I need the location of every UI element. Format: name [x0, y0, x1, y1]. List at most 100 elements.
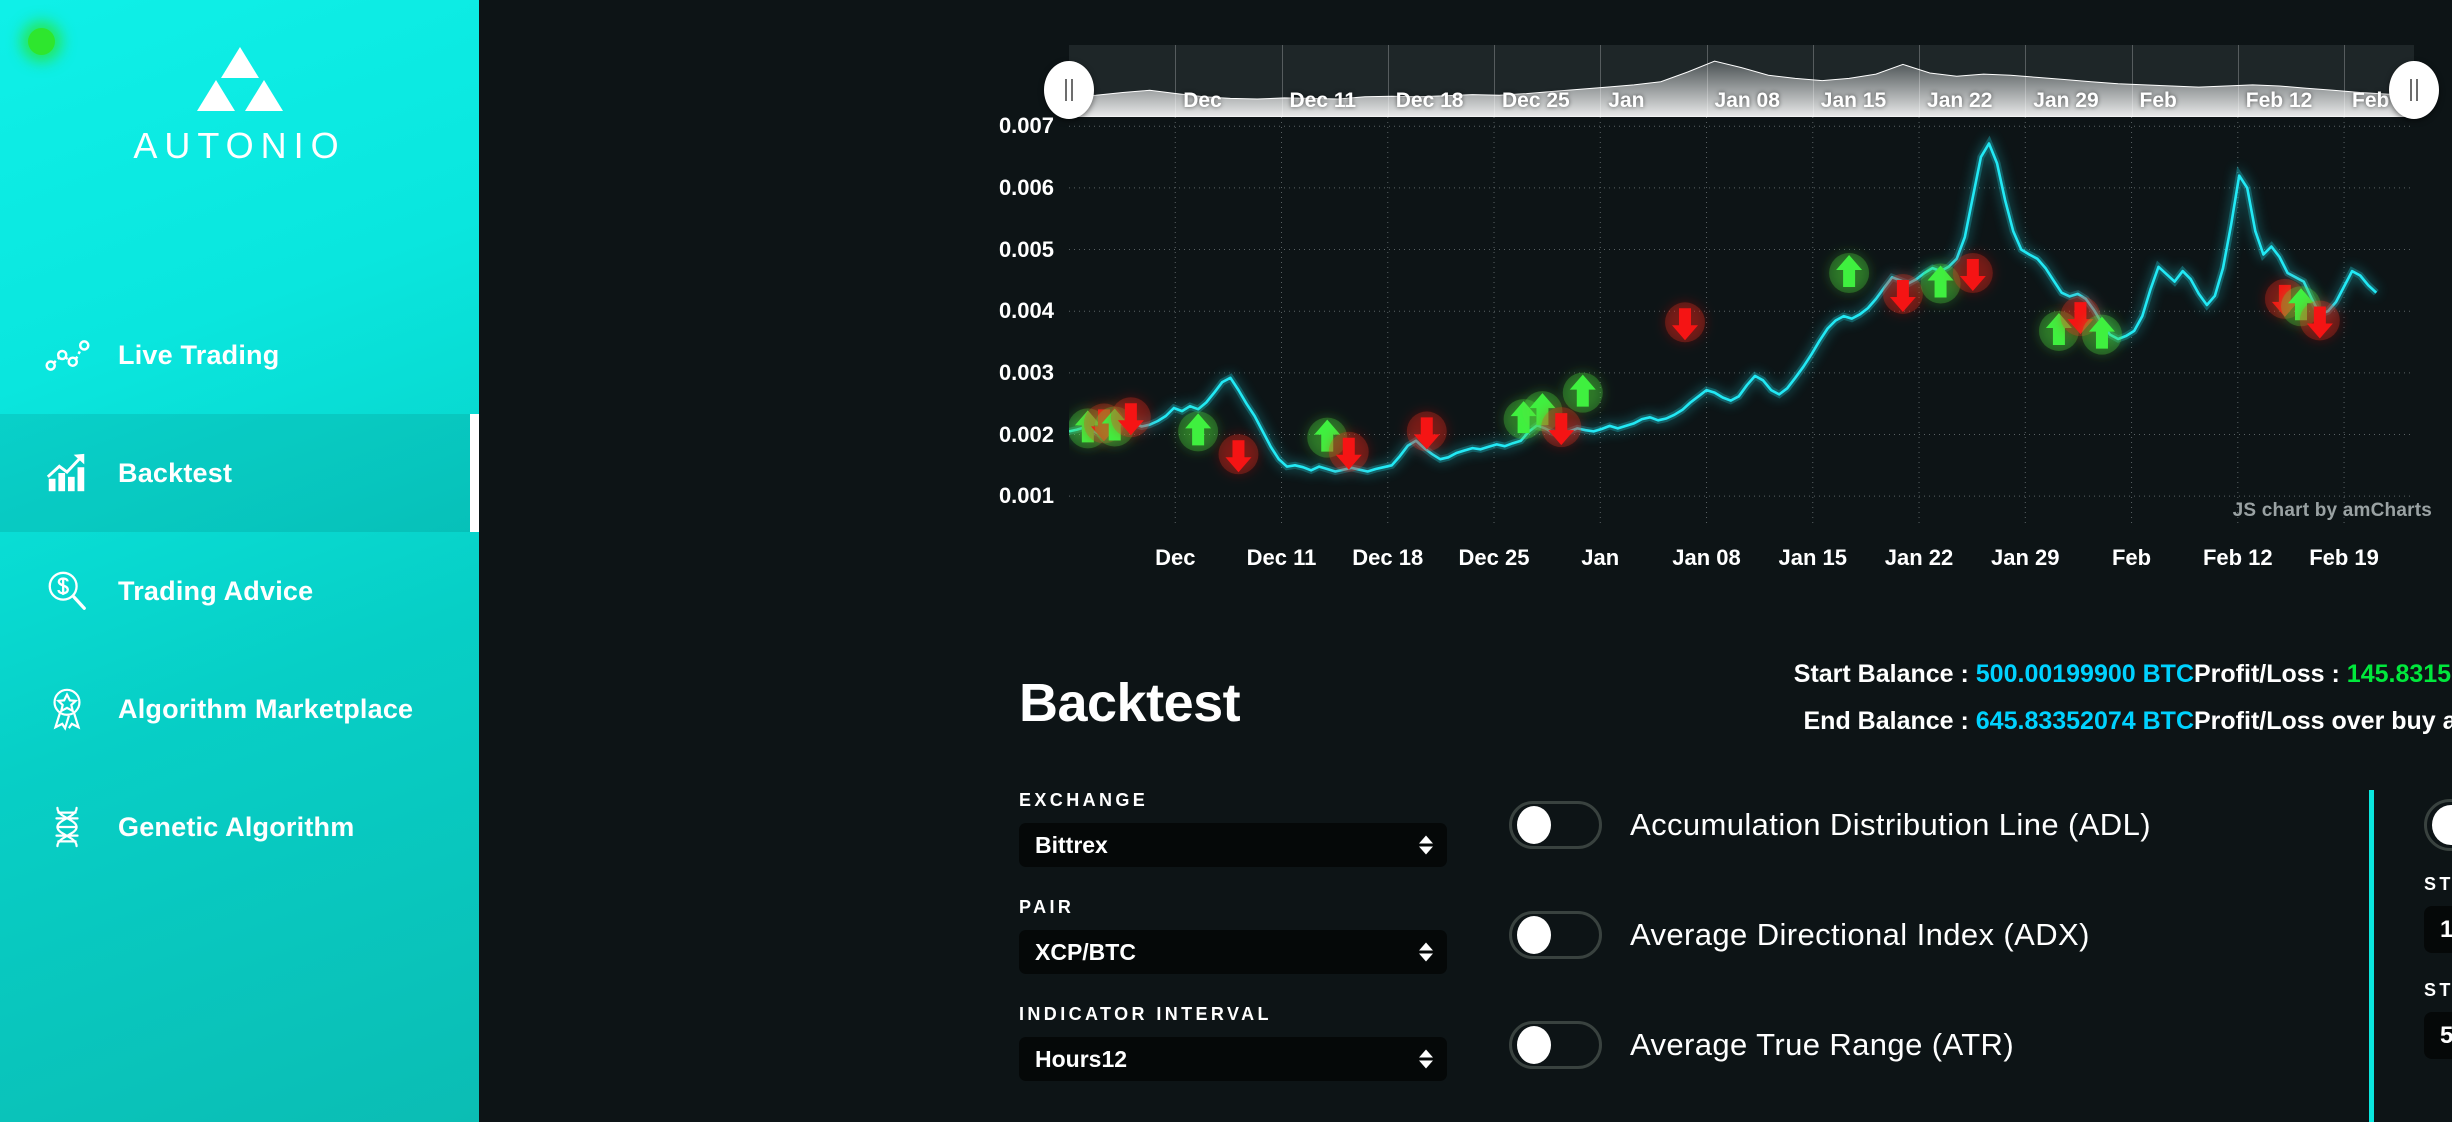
- toggle-knob: [1517, 916, 1551, 954]
- navigator-grip-left[interactable]: [1044, 61, 1094, 119]
- indicator-row-atr: Average True Range (ATR): [1509, 1010, 2369, 1080]
- indicator-interval-label: INDICATOR INTERVAL: [1019, 1004, 1272, 1024]
- navigator-date-label: Jan 22: [1927, 89, 1993, 112]
- chevron-updown-icon: [1419, 835, 1433, 855]
- y-axis-tick: 0.001: [998, 483, 1054, 509]
- x-axis-tick: Jan: [1581, 545, 1620, 570]
- toggle-adl-label: Accumulation Distribution Line (ADL): [1630, 807, 2151, 842]
- chart-plot-area[interactable]: [1069, 117, 2414, 527]
- sidebar-item-label: Genetic Algorithm: [118, 811, 355, 842]
- vertical-divider: [2369, 790, 2374, 1122]
- toggle-knob: [1517, 806, 1551, 844]
- chart-y-axis-labels: 0.007 0.006 0.005 0.004 0.003 0.002 0.001: [934, 113, 1054, 527]
- indicator-row-adx: Average Directional Index (ADX): [1509, 900, 2369, 970]
- exchange-select[interactable]: Bittrex: [1019, 823, 1447, 867]
- inverse-signal-row: Inverse Signal: [2424, 790, 2452, 860]
- x-axis-tick: Jan 15: [1778, 545, 1848, 570]
- backtest-chart: Dec Dec 11 Dec 18 Dec 25 Jan Jan 08 Jan 15 Jan …: [479, 0, 2452, 600]
- pair-label: PAIR: [1019, 897, 1075, 917]
- bar-chart-growth-icon: [36, 450, 98, 496]
- navigator-grip-right[interactable]: [2389, 61, 2439, 119]
- profit-loss-buy-hold-stat: Profit/Loss over buy and hold : 145.8310…: [2194, 707, 2452, 736]
- profit-loss-label: Profit/Loss :: [2194, 660, 2340, 688]
- navigator-date-labels: Dec Dec 11 Dec 18 Dec 25 Jan Jan 08 Jan 15 Jan …: [1069, 87, 2418, 113]
- start-balance-value: 500.00199900 BTC: [1975, 660, 2194, 688]
- start-balance-xcp-input[interactable]: [2424, 906, 2452, 953]
- buy-marker-icon[interactable]: [2081, 314, 2122, 355]
- toggle-adx[interactable]: [1509, 911, 1602, 959]
- form-column-selects: EXCHANGE Bittrex PAIR XCP/BTC INDICATOR …: [1019, 790, 1449, 1111]
- toggle-knob: [2432, 805, 2452, 845]
- sidebar-item-backtest[interactable]: Backtest: [0, 414, 479, 532]
- sell-marker-icon[interactable]: [1952, 252, 1993, 293]
- navigator-date-label: Dec 18: [1395, 89, 1464, 112]
- exchange-value: Bittrex: [1035, 831, 1108, 858]
- form-column-balances: Inverse Signal START BALANCE (XCP) : STA…: [2424, 790, 2452, 1086]
- navigator-date-label: Feb 12: [2245, 89, 2313, 112]
- x-axis-tick: Dec 25: [1458, 545, 1530, 570]
- sidebar-item-algorithm-marketplace[interactable]: Algorithm Marketplace: [0, 650, 479, 768]
- sidebar-item-genetic-algorithm[interactable]: Genetic Algorithm: [0, 768, 479, 886]
- start-balance-xcp-label: START BALANCE (XCP) :: [2424, 874, 2452, 894]
- y-axis-tick: 0.004: [998, 298, 1054, 324]
- x-axis-tick: Jan 29: [1991, 545, 2060, 570]
- brand-logo: AUTONIO: [0, 45, 479, 167]
- buy-marker-icon[interactable]: [1562, 372, 1603, 413]
- sell-marker-icon[interactable]: [1218, 434, 1259, 475]
- x-axis-tick: Jan 08: [1672, 545, 1741, 570]
- x-axis-tick: Feb: [2111, 545, 2152, 570]
- stats-row-1: Start Balance : 500.00199900 BTC Profit/…: [1694, 660, 2452, 689]
- toggle-atr-label: Average True Range (ATR): [1630, 1027, 2015, 1062]
- buy-marker-icon[interactable]: [1829, 252, 1870, 293]
- sidebar-nav: Live Trading Backtest Trading Advice Alg…: [0, 296, 479, 886]
- y-axis-tick: 0.006: [998, 174, 1054, 200]
- dollar-magnifier-icon: [36, 568, 98, 614]
- sidebar-item-label: Algorithm Marketplace: [118, 693, 414, 724]
- y-axis-tick: 0.003: [998, 359, 1054, 385]
- indicator-interval-select[interactable]: Hours12: [1019, 1037, 1447, 1081]
- sell-marker-icon[interactable]: [2299, 300, 2340, 341]
- toggle-atr[interactable]: [1509, 1021, 1602, 1069]
- toggle-knob: [1517, 1026, 1551, 1064]
- start-balance-stat: Start Balance : 500.00199900 BTC: [1694, 660, 2194, 689]
- form-column-indicators: Accumulation Distribution Line (ADL) Ave…: [1509, 790, 2369, 1120]
- toggle-inverse-signal[interactable]: [2424, 799, 2452, 851]
- x-axis-tick: Dec: [1155, 545, 1196, 570]
- navigator-date-label: Jan: [1608, 89, 1645, 112]
- buy-marker-icon[interactable]: [1178, 411, 1219, 452]
- start-balance-label: Start Balance :: [1793, 660, 1969, 688]
- x-axis-tick: Dec 11: [1246, 545, 1317, 570]
- sell-marker-icon[interactable]: [1882, 273, 1923, 314]
- indicator-row-adl: Accumulation Distribution Line (ADL): [1509, 790, 2369, 860]
- indicator-interval-value: Hours12: [1035, 1045, 1128, 1072]
- sidebar-item-live-trading[interactable]: Live Trading: [0, 296, 479, 414]
- sidebar: AUTONIO Live Trading Backtest Trading Ad…: [0, 0, 479, 1122]
- chart-navigator[interactable]: Dec Dec 11 Dec 18 Dec 25 Jan Jan 08 Jan 15 Jan …: [1044, 45, 2439, 119]
- page-title: Backtest: [1019, 673, 1241, 733]
- backtest-form: EXCHANGE Bittrex PAIR XCP/BTC INDICATOR …: [479, 790, 2452, 1122]
- pair-select[interactable]: XCP/BTC: [1019, 930, 1447, 974]
- chart-gridlines: [1069, 117, 2414, 527]
- toggle-adl[interactable]: [1509, 801, 1602, 849]
- pair-value: XCP/BTC: [1035, 938, 1136, 965]
- sell-marker-icon[interactable]: [1328, 431, 1369, 472]
- y-axis-tick: 0.005: [998, 236, 1054, 262]
- x-axis-tick: Feb 19: [2309, 545, 2379, 570]
- dna-helix-icon: [36, 804, 98, 850]
- end-balance-stat: End Balance : 645.83352074 BTC: [1694, 707, 2195, 736]
- x-axis-tick: Dec 18: [1352, 545, 1424, 570]
- sell-marker-icon[interactable]: [1665, 302, 1706, 343]
- start-balance-btc-label: START BALANCE (BTC) :: [2424, 980, 2452, 1000]
- sidebar-item-label: Backtest: [118, 457, 233, 488]
- sell-marker-icon[interactable]: [1110, 397, 1151, 438]
- navigator-date-label: Jan 08: [1714, 89, 1780, 112]
- sell-marker-icon[interactable]: [1406, 411, 1447, 452]
- sidebar-item-trading-advice[interactable]: Trading Advice: [0, 532, 479, 650]
- profit-loss-stat: Profit/Loss : 145.83152174 BTC: [2194, 660, 2452, 689]
- sell-marker-icon[interactable]: [1541, 407, 1582, 448]
- end-balance-value: 645.83352074 BTC: [1975, 707, 2194, 735]
- main-content: Dec Dec 11 Dec 18 Dec 25 Jan Jan 08 Jan 15 Jan …: [479, 0, 2452, 1122]
- start-balance-btc-input[interactable]: [2424, 1012, 2452, 1059]
- navigator-date-label: Dec: [1183, 89, 1222, 112]
- navigator-date-label: Dec 11: [1289, 89, 1357, 112]
